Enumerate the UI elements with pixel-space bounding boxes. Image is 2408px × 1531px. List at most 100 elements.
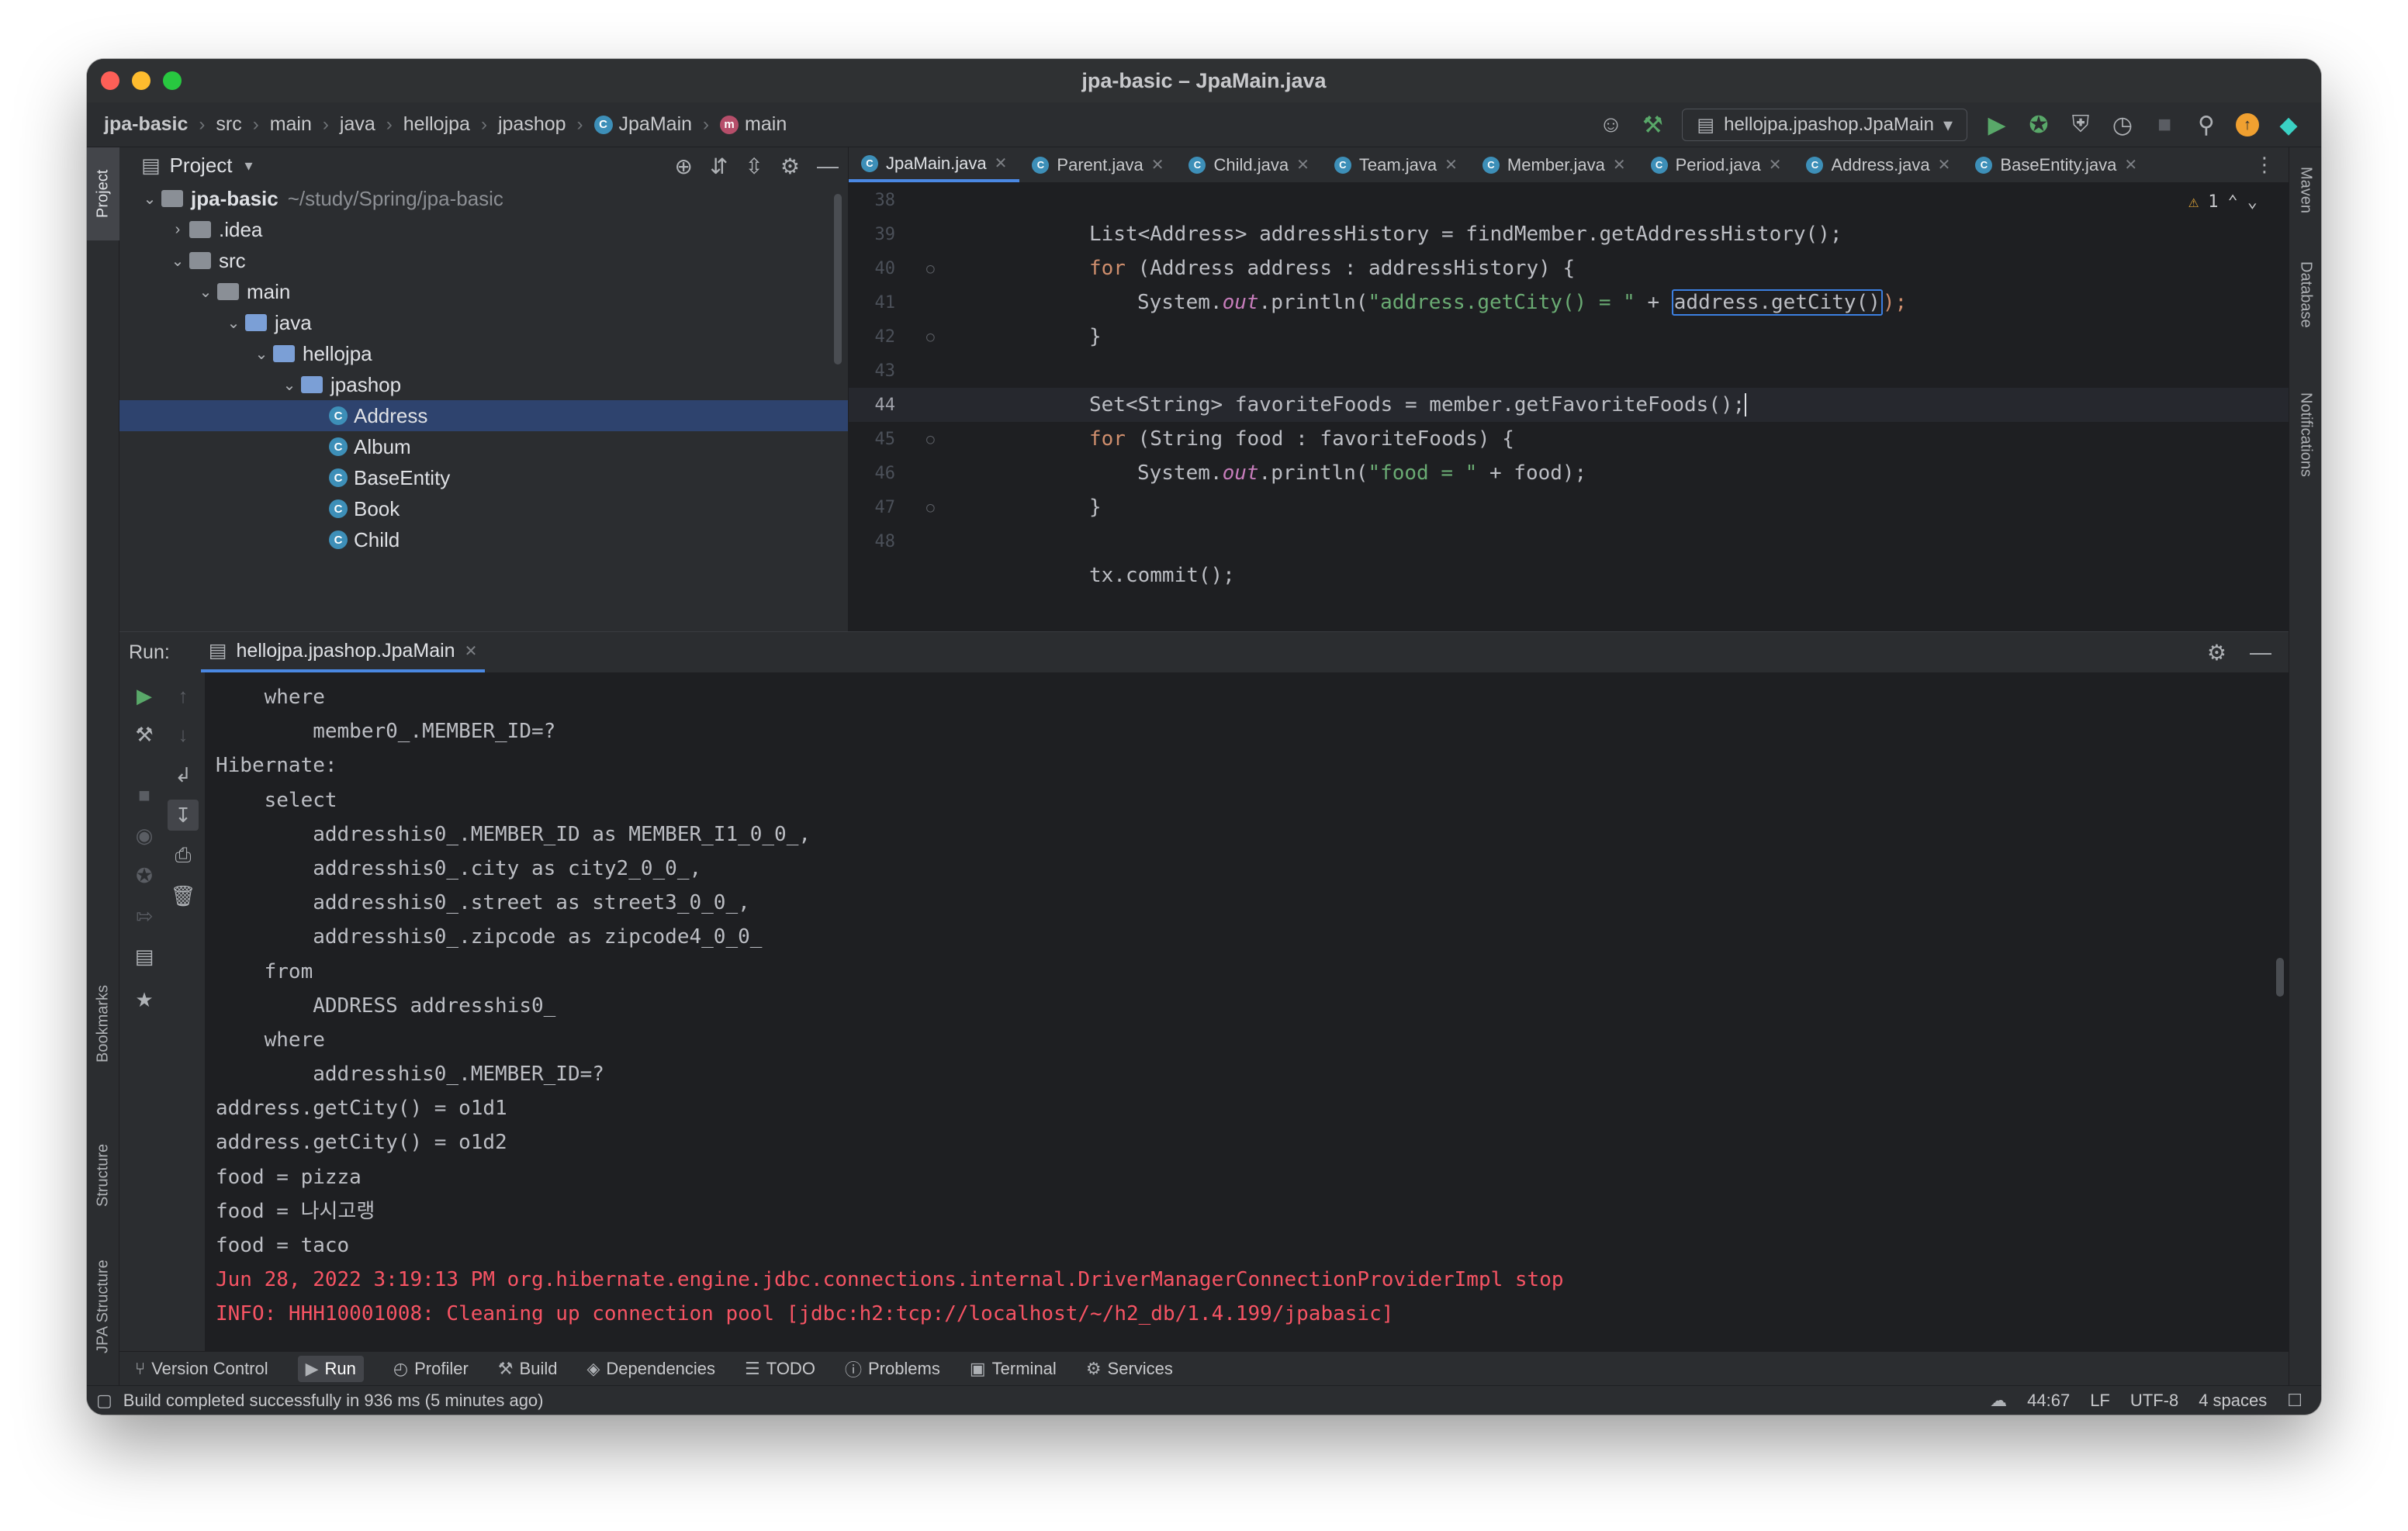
tree-item-idea[interactable]: › .idea (119, 214, 848, 245)
close-window-button[interactable] (101, 71, 119, 90)
breadcrumb-java[interactable]: java (340, 113, 375, 136)
bottom-tool-version-control[interactable]: ⑂ Version Control (135, 1359, 268, 1379)
file-encoding[interactable]: UTF-8 (2130, 1391, 2178, 1411)
bottom-tool-terminal[interactable]: ▣ Terminal (970, 1359, 1057, 1379)
pin-icon[interactable]: ★ (129, 984, 160, 1015)
up-arrow-icon[interactable]: ↑ (168, 680, 199, 711)
down-arrow-icon[interactable]: ↓ (168, 719, 199, 750)
fold-icon[interactable]: ○ (926, 329, 935, 345)
breadcrumb-jpashop[interactable]: jpashop (498, 113, 566, 136)
close-icon[interactable]: ✕ (1296, 155, 1310, 175)
breadcrumb-hellojpa[interactable]: hellojpa (403, 113, 470, 136)
status-message[interactable]: Build completed successfully in 936 ms (… (123, 1391, 544, 1411)
fold-icon[interactable]: ○ (926, 431, 935, 448)
run-tab[interactable]: ▤ hellojpa.jpashop.JpaMain ✕ (200, 632, 486, 672)
update-icon[interactable]: ↑ (2236, 113, 2259, 137)
chevron-down-icon[interactable]: ⌄ (138, 189, 161, 209)
soft-wrap-icon[interactable]: ↲ (168, 759, 199, 790)
tree-item-main[interactable]: ⌄ main (119, 276, 848, 307)
print-icon[interactable]: ⎙ (168, 840, 199, 871)
structure-tool-button[interactable]: Structure (87, 1125, 119, 1225)
tab-parent[interactable]: C Parent.java ✕ (1019, 147, 1176, 182)
coverage-icon[interactable]: ⛨ (2068, 112, 2093, 138)
bookmarks-tool-button[interactable]: Bookmarks (87, 969, 119, 1078)
build-hammer-icon[interactable]: ⚒ (1640, 112, 1665, 139)
run-icon[interactable]: ▶ (1984, 112, 2009, 139)
tree-item-address[interactable]: C Address (119, 400, 848, 431)
close-icon[interactable]: ✕ (1938, 155, 1951, 175)
hide-icon[interactable]: — (817, 154, 839, 179)
expand-all-icon[interactable]: ⇵ (710, 154, 728, 179)
chevron-down-icon[interactable]: ⌄ (250, 344, 273, 364)
tree-item-jpashop[interactable]: ⌄ jpashop (119, 369, 848, 400)
chevron-down-icon[interactable]: ⌄ (278, 375, 301, 395)
bottom-tool-run[interactable]: ▶ Run (297, 1355, 364, 1382)
close-icon[interactable]: ✕ (1444, 155, 1458, 175)
tree-item-child[interactable]: C Child (119, 524, 848, 555)
tab-child[interactable]: C Child.java ✕ (1176, 147, 1321, 182)
close-icon[interactable]: ✕ (1151, 155, 1164, 175)
indent-setting[interactable]: 4 spaces (2199, 1391, 2267, 1411)
chevron-down-icon[interactable]: ⌄ (222, 313, 245, 333)
hide-icon[interactable]: — (2250, 640, 2271, 665)
wrench-icon[interactable]: ⚒ (129, 719, 160, 750)
line-separator[interactable]: LF (2090, 1391, 2110, 1411)
exit-icon[interactable]: ⇰ (129, 900, 160, 931)
project-tool-button[interactable]: Project (87, 147, 119, 240)
bottom-tool-build[interactable]: ⚒ Build (498, 1359, 558, 1379)
tree-item-album[interactable]: C Album (119, 431, 848, 462)
close-icon[interactable]: ✕ (2124, 155, 2137, 175)
camera-icon[interactable]: ◉ (129, 820, 160, 851)
breadcrumb-method[interactable]: m main (720, 113, 787, 136)
collapse-all-icon[interactable]: ⇳ (745, 154, 763, 179)
layout-toggle-icon[interactable]: ▢ (96, 1391, 112, 1411)
notifications-tool-button[interactable]: Notifications (2289, 365, 2321, 504)
maven-tool-button[interactable]: Maven (2289, 155, 2321, 225)
breadcrumb-class[interactable]: C JpaMain (593, 113, 692, 136)
tree-item-jpabasic[interactable]: ⌄ jpa-basic ~/study/Spring/jpa-basic (119, 183, 848, 214)
tree-item-hellojpa[interactable]: ⌄ hellojpa (119, 338, 848, 369)
trash-icon[interactable]: 🗑 (168, 880, 199, 911)
minimize-window-button[interactable] (132, 71, 150, 90)
jpa-structure-tool-button[interactable]: JPA Structure (87, 1241, 119, 1373)
rerun-icon[interactable]: ▶ (129, 680, 160, 711)
tree-item-baseentity[interactable]: C BaseEntity (119, 462, 848, 493)
close-icon[interactable]: ✕ (1613, 155, 1626, 175)
bottom-tool-services[interactable]: ⚙ Services (1086, 1359, 1173, 1379)
debug-icon[interactable]: ✪ (2026, 112, 2051, 139)
code-area[interactable]: ⚠ 1 ⌃ ⌄ 38 39 List<Address> addressHisto… (849, 183, 2289, 631)
debug-icon[interactable]: ✪ (129, 860, 160, 891)
breadcrumb-project[interactable]: jpa-basic (104, 113, 188, 136)
run-configuration-select[interactable]: ▤ hellojpa.jpashop.JpaMain ▾ (1682, 109, 1967, 141)
breadcrumb-src[interactable]: src (216, 113, 241, 136)
console-output[interactable]: where member0_.MEMBER_ID=? Hibernate: sel… (216, 672, 2264, 1415)
fold-icon[interactable]: ○ (926, 261, 935, 277)
sync-icon[interactable]: ☁ (1990, 1391, 2007, 1411)
chevron-right-icon[interactable]: › (166, 221, 189, 239)
caret-position[interactable]: 44:67 (2027, 1391, 2070, 1411)
chevron-down-icon[interactable]: ⌄ (166, 251, 189, 271)
bottom-tool-profiler[interactable]: ◴ Profiler (393, 1359, 469, 1379)
bottom-tool-problems[interactable]: ⓘ Problems (845, 1356, 940, 1381)
stop-icon[interactable]: ■ (129, 779, 160, 810)
layout-icon[interactable]: ▤ (129, 941, 160, 972)
tree-item-src[interactable]: ⌄ src (119, 245, 848, 276)
tree-item-book[interactable]: C Book (119, 493, 848, 524)
tab-member[interactable]: C Member.java ✕ (1470, 147, 1638, 182)
tab-jpamain[interactable]: C JpaMain.java ✕ (849, 147, 1020, 182)
database-tool-button[interactable]: Database (2289, 248, 2321, 341)
search-icon[interactable]: ⚲ (2194, 112, 2219, 139)
fold-icon[interactable]: ○ (926, 499, 935, 516)
zoom-window-button[interactable] (163, 71, 182, 90)
scroll-to-end-icon[interactable]: ↧ (168, 800, 199, 831)
project-scrollbar[interactable] (834, 194, 842, 365)
lock-icon[interactable]: ☐ (2287, 1391, 2302, 1411)
toolbox-icon[interactable]: ◆ (2276, 112, 2301, 139)
console-vertical-scrollbar[interactable] (2276, 958, 2284, 997)
breadcrumb-main[interactable]: main (270, 113, 312, 136)
stop-icon[interactable]: ■ (2152, 112, 2177, 138)
tab-address[interactable]: C Address.java ✕ (1794, 147, 1963, 182)
account-icon[interactable]: ☺ (1598, 112, 1623, 138)
tab-period[interactable]: C Period.java ✕ (1638, 147, 1794, 182)
more-tabs-icon[interactable]: ⋮ (2240, 147, 2289, 182)
